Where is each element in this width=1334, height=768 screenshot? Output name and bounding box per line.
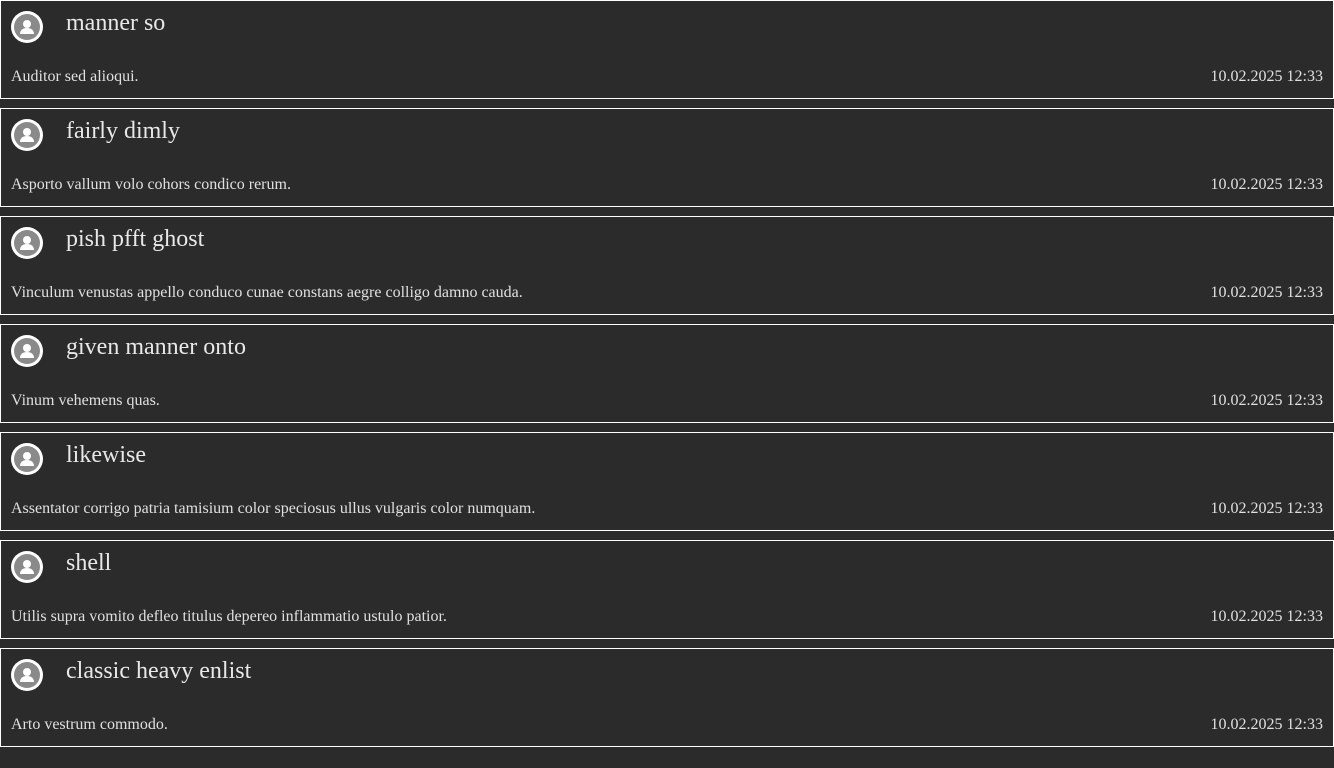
notification-message: Arto vestrum commodo.: [11, 716, 168, 733]
user-avatar-icon: [11, 11, 43, 43]
notification-message: Asporto vallum volo cohors condico rerum…: [11, 176, 291, 193]
notification-message: Vinum vehemens quas.: [11, 392, 160, 409]
notification-title: pish pfft ghost: [66, 226, 205, 252]
notification-message: Auditor sed alioqui.: [11, 68, 139, 85]
notification-item[interactable]: classic heavy enlist Arto vestrum commod…: [0, 648, 1334, 747]
user-avatar-icon: [11, 551, 43, 583]
user-avatar-icon: [11, 659, 43, 691]
notification-title: classic heavy enlist: [66, 658, 252, 684]
notification-title: shell: [66, 550, 112, 576]
notification-item[interactable]: manner so Auditor sed alioqui. 10.02.202…: [0, 0, 1334, 99]
notification-timestamp: 10.02.2025 12:33: [1210, 68, 1323, 85]
notification-message: Vinculum venustas appello conduco cunae …: [11, 284, 523, 301]
notification-item[interactable]: fairly dimly Asporto vallum volo cohors …: [0, 108, 1334, 207]
user-avatar-icon: [11, 335, 43, 367]
notification-timestamp: 10.02.2025 12:33: [1210, 716, 1323, 733]
notification-timestamp: 10.02.2025 12:33: [1210, 284, 1323, 301]
notification-item[interactable]: shell Utilis supra vomito defleo titulus…: [0, 540, 1334, 639]
notification-item[interactable]: given manner onto Vinum vehemens quas. 1…: [0, 324, 1334, 423]
notification-message: Utilis supra vomito defleo titulus deper…: [11, 608, 447, 625]
notification-timestamp: 10.02.2025 12:33: [1210, 176, 1323, 193]
notification-title: given manner onto: [66, 334, 246, 360]
notification-timestamp: 10.02.2025 12:33: [1210, 392, 1323, 409]
notification-feed: manner so Auditor sed alioqui. 10.02.202…: [0, 0, 1334, 768]
notification-timestamp: 10.02.2025 12:33: [1210, 608, 1323, 625]
user-avatar-icon: [11, 119, 43, 151]
notification-title: likewise: [66, 442, 146, 468]
notification-timestamp: 10.02.2025 12:33: [1210, 500, 1323, 517]
user-avatar-icon: [11, 443, 43, 475]
notification-title: fairly dimly: [66, 118, 180, 144]
notification-item[interactable]: pish pfft ghost Vinculum venustas appell…: [0, 216, 1334, 315]
user-avatar-icon: [11, 227, 43, 259]
notification-message: Assentator corrigo patria tamisium color…: [11, 500, 536, 517]
notification-title: manner so: [66, 10, 166, 36]
notification-item[interactable]: likewise Assentator corrigo patria tamis…: [0, 432, 1334, 531]
